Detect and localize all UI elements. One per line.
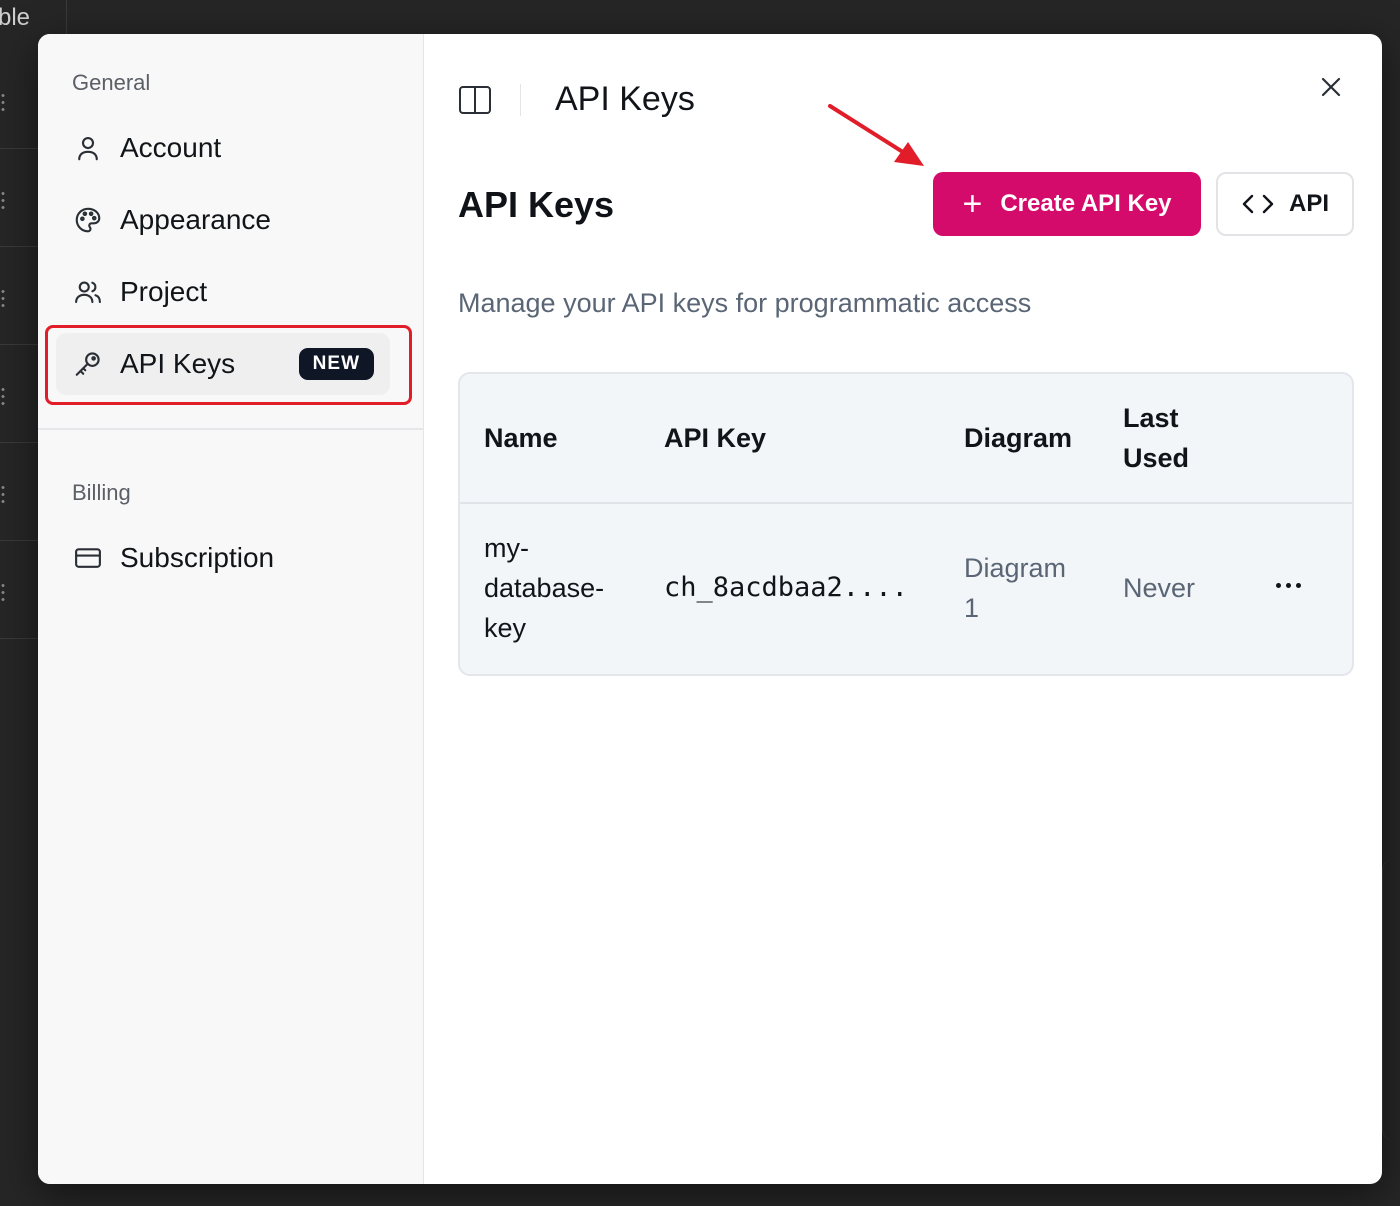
settings-dialog: General Account Appearance Project API K… <box>38 34 1382 1184</box>
create-api-key-button[interactable]: + Create API Key <box>933 172 1201 236</box>
background-drag-handle <box>0 484 6 504</box>
background-divider <box>0 442 38 443</box>
background-divider <box>0 246 38 247</box>
more-dot <box>1275 582 1281 588</box>
palette-icon <box>72 204 104 236</box>
background-divider <box>0 638 38 639</box>
cell-diagram[interactable]: Diagram 1 <box>964 548 1082 628</box>
close-icon <box>1321 77 1341 97</box>
settings-main: API Keys API Keys + Create API Key API M… <box>424 34 1382 1184</box>
row-actions-button[interactable] <box>1268 570 1308 600</box>
column-header-name: Name <box>484 423 558 453</box>
cell-name: my-database-key <box>484 533 605 643</box>
background-divider <box>0 148 38 149</box>
more-dot <box>1295 582 1301 588</box>
sidebar-item-subscription[interactable]: Subscription <box>56 527 390 589</box>
section-label-billing: Billing <box>72 480 131 505</box>
background-drag-handle <box>0 92 6 112</box>
code-icon <box>1242 194 1274 214</box>
background-drag-handle <box>0 582 6 602</box>
background-topbar <box>66 0 1400 34</box>
sidebar-item-label: API Keys <box>120 348 236 379</box>
toggle-sidebar-icon[interactable] <box>458 85 492 115</box>
plus-icon: + <box>962 185 983 223</box>
cell-last-used: Never <box>1123 573 1196 603</box>
sidebar-item-project[interactable]: Project <box>56 261 390 323</box>
header-separator <box>520 84 521 116</box>
background-drag-handle <box>0 386 6 406</box>
sidebar-divider <box>38 428 424 430</box>
background-divider <box>0 344 38 345</box>
api-keys-table: Name API Key Diagram Last Used my-databa… <box>458 372 1354 676</box>
background-divider <box>0 540 38 541</box>
api-docs-label: API <box>1288 190 1329 217</box>
background-drag-handle <box>0 288 6 308</box>
header-title: API Keys <box>555 80 695 118</box>
page-subtitle: Manage your API keys for programmatic ac… <box>458 288 1032 318</box>
credit-card-icon <box>72 542 104 574</box>
background-panel-edge <box>1382 860 1400 1140</box>
close-button[interactable] <box>1314 70 1348 104</box>
sidebar-item-label: Project <box>120 276 208 307</box>
sidebar-item-label: Subscription <box>120 542 275 573</box>
create-api-key-label: Create API Key <box>1000 190 1172 217</box>
user-icon <box>72 132 104 164</box>
background-text: ble <box>0 4 31 31</box>
api-docs-button[interactable]: API <box>1216 172 1354 236</box>
annotation-arrow-icon <box>828 104 924 166</box>
sidebar-item-label: Account <box>120 132 222 163</box>
background-drag-handle <box>0 190 6 210</box>
sidebar-item-label: Appearance <box>120 204 272 235</box>
key-icon <box>72 348 104 380</box>
column-header-diagram: Diagram <box>964 423 1073 453</box>
table-header-divider <box>460 502 1352 504</box>
column-header-api-key: API Key <box>664 423 767 453</box>
cell-api-key: ch_8acdbaa2.... <box>664 572 908 603</box>
column-header-last-used: Last Used <box>1123 403 1190 473</box>
sidebar-item-api-keys[interactable]: API Keys NEW <box>56 333 390 395</box>
settings-sidebar: General Account Appearance Project API K… <box>38 34 424 1184</box>
more-dot <box>1285 582 1291 588</box>
new-badge: NEW <box>298 348 374 380</box>
users-icon <box>72 276 104 308</box>
section-label-general: General <box>72 70 151 95</box>
sidebar-item-appearance[interactable]: Appearance <box>56 189 390 251</box>
sidebar-item-account[interactable]: Account <box>56 117 390 179</box>
page-title: API Keys <box>458 184 615 225</box>
